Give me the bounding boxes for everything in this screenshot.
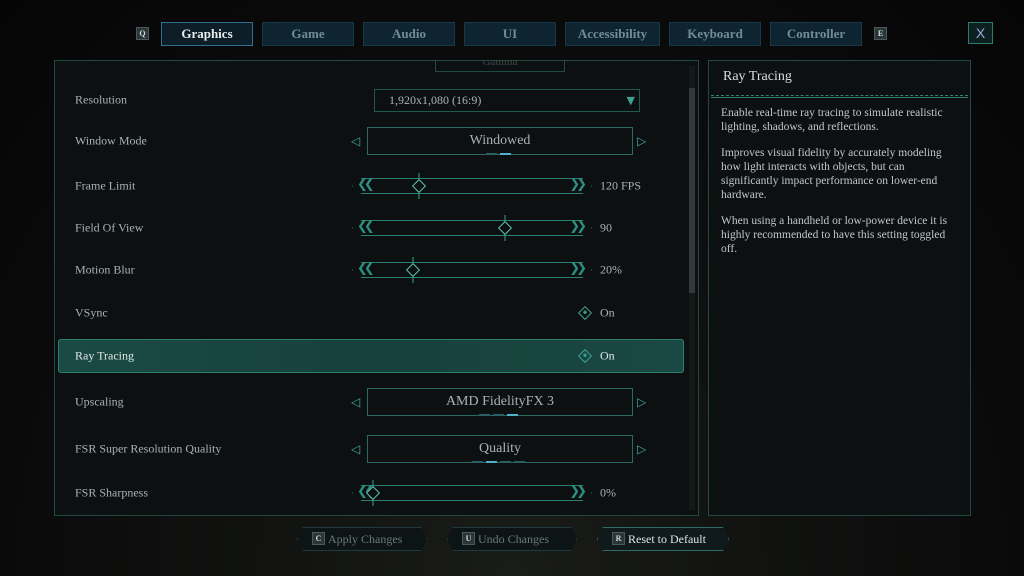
tab-audio[interactable]: Audio [363, 22, 455, 46]
double-chevron-right-icon[interactable]: ❯❯ [569, 178, 587, 192]
info-paragraph: When using a handheld or low-power devic… [721, 215, 948, 255]
upscaling-value: AMD FidelityFX 3 [445, 394, 555, 409]
undo-changes-button[interactable]: U Undo Changes [447, 527, 577, 551]
arrow-left-icon[interactable]: ◁ [351, 395, 360, 409]
undo-key: U [462, 532, 475, 545]
option-indicator [486, 461, 497, 463]
info-title: Ray Tracing [723, 69, 792, 84]
tab-ui[interactable]: UI [464, 22, 556, 46]
fov-slider[interactable]: ❮❮ ❯❯ [352, 220, 592, 236]
vsync-value: On [600, 305, 615, 320]
scrollbar[interactable] [689, 66, 695, 510]
window_mode-value: Windowed [469, 133, 531, 148]
motion_blur-slider[interactable]: ❮❮ ❯❯ [352, 262, 592, 278]
next-tab-key[interactable]: E [874, 27, 887, 40]
apply-key: C [312, 532, 325, 545]
double-chevron-right-icon[interactable]: ❯❯ [569, 485, 587, 499]
option-indicator [486, 153, 497, 155]
tab-graphics[interactable]: Graphics [161, 22, 253, 46]
upscaling-label: Upscaling [75, 394, 124, 409]
frame_limit-value: 120 FPS [600, 178, 642, 193]
undo-label: Undo Changes [478, 532, 549, 546]
option-indicator [500, 461, 511, 463]
fov-label: Field Of View [75, 220, 144, 235]
frame_limit-label: Frame Limit [75, 178, 136, 193]
vsync-label: VSync [75, 305, 108, 320]
window_mode-label: Window Mode [75, 133, 147, 148]
option-indicator [493, 414, 504, 416]
resolution-value: 1,920x1,080 (16:9) [389, 93, 482, 107]
reset-to-default-button[interactable]: R Reset to Default [597, 527, 729, 551]
fsr_quality-label: FSR Super Resolution Quality [75, 441, 222, 456]
reset-label: Reset to Default [628, 532, 706, 546]
prev-tab-key[interactable]: Q [136, 27, 149, 40]
option-indicator [479, 414, 490, 416]
tab-controller[interactable]: Controller [770, 22, 862, 46]
upscaling-selector[interactable]: AMD FidelityFX 3 [367, 388, 633, 416]
option-indicator [507, 414, 518, 416]
option-indicator [514, 461, 525, 463]
scrollbar-thumb[interactable] [689, 88, 695, 293]
resolution-dropdown[interactable]: 1,920x1,080 (16:9) ▼ [374, 89, 640, 112]
apply-label: Apply Changes [328, 532, 403, 546]
fsr_sharpness-value: 0% [600, 485, 616, 500]
reset-key: R [612, 532, 625, 545]
arrow-right-icon[interactable]: ▷ [637, 134, 646, 148]
fsr_quality-value: Quality [479, 441, 521, 456]
fov-value: 90 [600, 220, 612, 235]
arrow-right-icon[interactable]: ▷ [637, 395, 646, 409]
chevron-down-icon: ▼ [626, 94, 635, 107]
ray-tracing-value: On [600, 348, 615, 363]
window_mode-selector[interactable]: Windowed [367, 127, 633, 155]
info-paragraph: Enable real-time ray tracing to simulate… [721, 107, 943, 133]
fsr_sharpness-label: FSR Sharpness [75, 485, 149, 500]
motion_blur-label: Motion Blur [75, 262, 135, 277]
fsr_sharpness-slider[interactable]: ❮❮ ❯❯ [352, 485, 592, 501]
arrow-right-icon[interactable]: ▷ [637, 442, 646, 456]
fsr_quality-selector[interactable]: Quality [367, 435, 633, 463]
resolution-label: Resolution [75, 92, 128, 107]
motion_blur-value: 20% [600, 262, 622, 277]
apply-changes-button[interactable]: C Apply Changes [297, 527, 427, 551]
close-button[interactable]: X [968, 22, 993, 44]
frame_limit-slider[interactable]: ❮❮ ❯❯ [352, 178, 592, 194]
section-header-gamma: Gamma [435, 60, 565, 72]
tab-game[interactable]: Game [262, 22, 354, 46]
option-indicator [500, 153, 511, 155]
info-paragraph: Improves visual fidelity by accurately m… [721, 147, 942, 201]
arrow-left-icon[interactable]: ◁ [351, 134, 360, 148]
option-indicator [472, 461, 483, 463]
double-chevron-right-icon[interactable]: ❯❯ [569, 220, 587, 234]
arrow-left-icon[interactable]: ◁ [351, 442, 360, 456]
ray-tracing-label: Ray Tracing [75, 348, 135, 363]
tab-keyboard[interactable]: Keyboard [669, 22, 761, 46]
double-chevron-right-icon[interactable]: ❯❯ [569, 262, 587, 276]
tab-accessibility[interactable]: Accessibility [565, 22, 660, 46]
info-panel: Ray Tracing Enable real-time ray tracing… [708, 60, 971, 516]
